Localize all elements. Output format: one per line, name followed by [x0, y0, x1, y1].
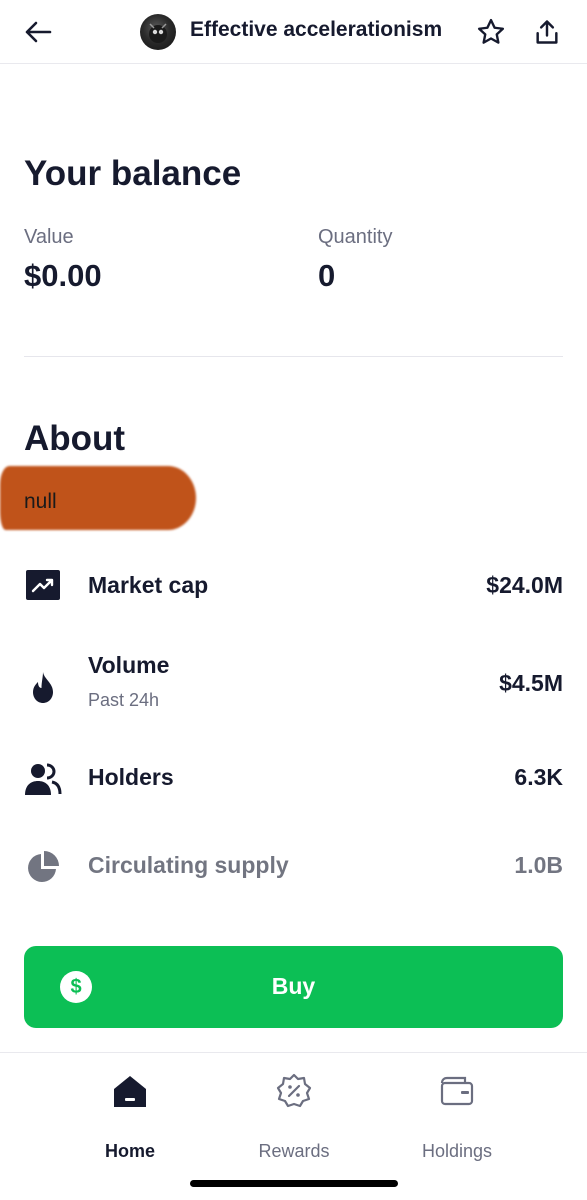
- star-icon: [477, 18, 505, 44]
- stat-row-circulating-supply: Circulating supply 1.0B: [24, 846, 563, 886]
- quantity-label: Quantity: [318, 226, 393, 248]
- stat-value: 6.3K: [514, 764, 563, 790]
- nav-item-home[interactable]: Home: [60, 1073, 200, 1161]
- buy-button-label: Buy: [271, 973, 316, 999]
- balance-title: Your balance: [24, 154, 242, 193]
- stat-label: Holders: [88, 764, 174, 790]
- balance-value: $0.00: [24, 258, 102, 293]
- trending-up-icon: [24, 566, 62, 604]
- flame-icon: [24, 668, 62, 706]
- stat-value: $4.5M: [499, 670, 563, 696]
- nav-label: Home: [104, 1141, 155, 1161]
- top-bar: Effective accelerationism: [0, 0, 587, 64]
- stat-row-holders: Holders 6.3K: [24, 758, 563, 798]
- about-description: null: [0, 464, 196, 532]
- token-title: Effective accelerationism: [190, 18, 443, 41]
- about-title: About: [24, 419, 126, 458]
- stat-value: $24.0M: [486, 572, 563, 598]
- stat-value: 1.0B: [514, 852, 563, 878]
- nav-item-holdings[interactable]: Holdings: [387, 1073, 527, 1161]
- back-button[interactable]: [18, 14, 58, 50]
- share-button[interactable]: [530, 15, 564, 49]
- wallet-icon: [437, 1073, 477, 1109]
- balance-quantity: 0: [318, 258, 336, 293]
- favorite-button[interactable]: [474, 15, 508, 49]
- stat-row-market-cap: Market cap $24.0M: [24, 566, 563, 606]
- stat-label: Market cap: [88, 572, 209, 598]
- nav-label: Holdings: [421, 1141, 493, 1161]
- bottom-nav: Home Rewards Holdings: [0, 1052, 587, 1200]
- nav-item-rewards[interactable]: Rewards: [224, 1073, 364, 1161]
- nav-label: Rewards: [258, 1141, 330, 1161]
- stat-row-volume: Volume Past 24h $4.5M: [24, 652, 563, 716]
- token-avatar: [140, 14, 176, 50]
- rewards-badge-icon: [274, 1073, 314, 1109]
- share-icon: [536, 20, 558, 44]
- stat-label: Volume: [88, 652, 170, 678]
- section-divider: [24, 356, 563, 357]
- home-indicator: [190, 1180, 398, 1187]
- buy-button[interactable]: $ Buy: [24, 946, 563, 1028]
- about-description-text: null: [24, 490, 57, 513]
- stat-label: Circulating supply: [88, 852, 289, 878]
- home-icon: [110, 1073, 150, 1109]
- pie-chart-icon: [24, 848, 62, 886]
- value-label: Value: [24, 226, 74, 248]
- arrow-left-icon: [25, 21, 52, 43]
- users-icon: [24, 760, 62, 798]
- stat-sublabel: Past 24h: [88, 690, 160, 710]
